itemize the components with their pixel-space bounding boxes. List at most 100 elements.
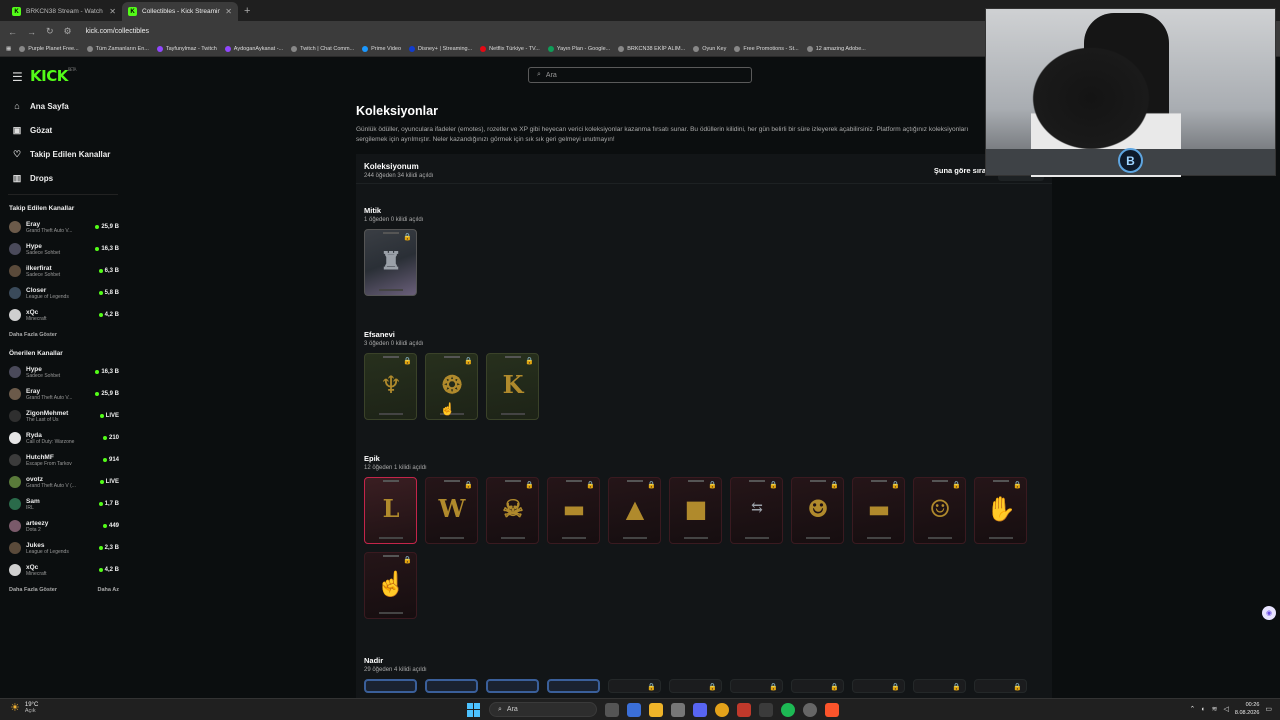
collectible-card-unlocked[interactable]: L <box>364 477 417 544</box>
obs-icon[interactable] <box>803 702 817 717</box>
taskbar-search[interactable]: ⌕ Ara <box>489 702 597 717</box>
browser-tab[interactable]: K BRKCN38 Stream - Watch Live o ✕ <box>6 2 122 21</box>
collectible-card[interactable]: 🔒 <box>852 679 905 693</box>
kick-logo[interactable]: KICKBETA <box>30 67 76 85</box>
collectible-card[interactable]: 🔒 ▲ <box>608 477 661 544</box>
chrome-icon[interactable] <box>715 702 729 717</box>
clock[interactable]: 00:26 8.08.2026 <box>1235 701 1259 717</box>
bookmark[interactable]: BRKCN38 EKİP ALIM... <box>618 46 685 52</box>
discord-icon[interactable] <box>693 702 707 717</box>
channel-item[interactable]: HutchMF Escape From Tarkov 914 <box>0 449 126 471</box>
search-input[interactable]: ⌕ Ara <box>528 67 752 83</box>
channel-item[interactable]: Eray Grand Theft Auto V... 25,9 B <box>0 383 126 405</box>
bookmark[interactable]: AydoganAykanat -... <box>224 46 283 52</box>
collectible-card[interactable]: 🔒 ♜ <box>364 229 417 296</box>
collectible-card[interactable]: 🔒 ✋ <box>974 477 1027 544</box>
back-icon[interactable]: ← <box>8 27 17 37</box>
collectible-card[interactable] <box>486 679 539 693</box>
menu-icon[interactable]: ☰ <box>12 70 23 84</box>
forward-icon[interactable]: → <box>27 27 36 37</box>
collectible-card[interactable] <box>547 679 600 693</box>
nav-following[interactable]: ♡ Takip Edilen Kanallar <box>0 142 126 166</box>
kick-favicon-icon: K <box>128 7 137 16</box>
notification-icon[interactable]: ▭ <box>1265 705 1272 713</box>
bookmark-icon <box>806 46 813 52</box>
url-field[interactable]: kick.com/collectibles <box>86 28 149 35</box>
channel-item[interactable]: arteezy Dota 2 449 <box>0 515 126 537</box>
collectible-card[interactable]: 🔒 <box>608 679 661 693</box>
file-explorer-icon[interactable] <box>649 702 663 717</box>
collectible-card[interactable] <box>425 679 478 693</box>
bookmark[interactable]: Oyun Key <box>693 46 726 52</box>
app-icon[interactable] <box>759 702 773 717</box>
nav-browse[interactable]: ▣ Gözat <box>0 118 126 142</box>
close-tab-icon[interactable]: ✕ <box>225 7 232 16</box>
channel-item[interactable]: ilkerfirat Sadece Sohbet 6,3 B <box>0 260 126 282</box>
task-view-icon[interactable] <box>605 702 619 717</box>
bookmark[interactable]: Free Promotions - St... <box>734 46 799 52</box>
channel-item[interactable]: ovotz Grand Theft Auto V (... LIVE <box>0 471 126 493</box>
spotify-icon[interactable] <box>781 702 795 717</box>
collectible-card[interactable]: 🔒 ▬ <box>547 477 600 544</box>
show-less-link[interactable]: Daha Az <box>98 587 120 593</box>
channel-item[interactable]: Hype Sadece Sohbet 16,3 B <box>0 238 126 260</box>
collectible-card[interactable]: 🔒 ⇆ <box>730 477 783 544</box>
channel-item[interactable]: Hype Sadece Sohbet 16,3 B <box>0 361 126 383</box>
channel-item[interactable]: xQc Minecraft 4,2 B <box>0 304 126 326</box>
collectible-card[interactable]: 🔒 ☻ <box>791 477 844 544</box>
browser-tab-active[interactable]: K Collectibles - Kick Streaming ✕ <box>122 2 238 21</box>
bookmark[interactable]: Disney+ | Streaming... <box>409 46 472 52</box>
bookmark[interactable]: Yayın Plan - Google... <box>547 46 610 52</box>
collectible-card[interactable] <box>364 679 417 693</box>
channel-item[interactable]: Sam IRL 1,7 B <box>0 493 126 515</box>
new-tab-button[interactable]: + <box>244 5 250 17</box>
collectible-card[interactable]: 🔒 <box>913 679 966 693</box>
collectible-card[interactable]: 🔒 W <box>425 477 478 544</box>
show-more-link[interactable]: Daha Fazla Göster <box>9 332 57 338</box>
chevron-up-icon[interactable]: ⌃ <box>1190 705 1196 713</box>
copilot-icon[interactable] <box>627 702 641 717</box>
channel-item[interactable]: Closer League of Legends 5,8 B <box>0 282 126 304</box>
channel-item[interactable]: Jukes League of Legends 2,3 B <box>0 537 126 559</box>
collectible-card[interactable]: 🔒 ♆ <box>364 353 417 420</box>
tray-icon[interactable]: ◐ <box>1201 706 1205 713</box>
channel-item[interactable]: Eray Grand Theft Auto V... 25,9 B <box>0 216 126 238</box>
bookmark[interactable]: Netflix Türkiye - TV... <box>480 46 540 52</box>
collectible-card[interactable]: 🔒 <box>791 679 844 693</box>
extension-float-icon[interactable]: ◉ <box>1262 606 1276 620</box>
show-more-link[interactable]: Daha Fazla Göster <box>9 587 57 593</box>
app-icon[interactable] <box>671 702 685 717</box>
collectible-card[interactable]: 🔒 <box>669 679 722 693</box>
bookmark[interactable]: Tüm Zamanların En... <box>86 46 149 52</box>
channel-item[interactable]: xQc Minecraft 4,2 B <box>0 559 126 581</box>
weather-widget[interactable]: ☀ 19°C Açık <box>10 701 38 715</box>
bookmark[interactable]: Twitch | Chat Comm... <box>291 46 354 52</box>
bookmark[interactable]: 12 amazing Adobe... <box>806 46 866 52</box>
collectible-card[interactable]: 🔒 ■ <box>669 477 722 544</box>
nav-home[interactable]: ⌂ Ana Sayfa <box>0 94 126 118</box>
volume-icon[interactable]: ◁ <box>1224 705 1229 713</box>
wifi-icon[interactable]: ≋ <box>1212 705 1218 713</box>
reload-icon[interactable]: ↻ <box>46 26 54 37</box>
channel-item[interactable]: ZigonMehmet The Last of Us LIVE <box>0 405 126 427</box>
collectible-card[interactable]: 🔒 ☝ <box>364 552 417 619</box>
windows-start-icon[interactable] <box>467 702 481 717</box>
collectible-card[interactable]: 🔒 <box>730 679 783 693</box>
close-tab-icon[interactable]: ✕ <box>109 7 116 16</box>
app-icon[interactable] <box>737 702 751 717</box>
apps-icon[interactable]: ▦ <box>6 46 11 52</box>
nav-drops[interactable]: ▥ Drops <box>0 166 126 190</box>
collectible-card[interactable]: 🔒 ☠ <box>486 477 539 544</box>
site-info-icon[interactable]: ⚙ <box>64 26 72 37</box>
collectible-card[interactable]: 🔒 ☺ <box>913 477 966 544</box>
collectible-card[interactable]: 🔒 K <box>486 353 539 420</box>
collectible-card[interactable]: 🔒 <box>974 679 1027 693</box>
clock-time: 00:26 <box>1245 702 1260 708</box>
brave-icon[interactable] <box>825 702 839 717</box>
heart-icon: ♡ <box>12 148 22 159</box>
bookmark[interactable]: Prime Video <box>362 46 401 52</box>
collectible-card[interactable]: 🔒 ▬ <box>852 477 905 544</box>
bookmark[interactable]: Tayfunylmaz - Twitch <box>156 46 217 52</box>
bookmark[interactable]: Purple Planet Free... <box>19 46 79 52</box>
channel-item[interactable]: Ryda Call of Duty: Warzone 210 <box>0 427 126 449</box>
